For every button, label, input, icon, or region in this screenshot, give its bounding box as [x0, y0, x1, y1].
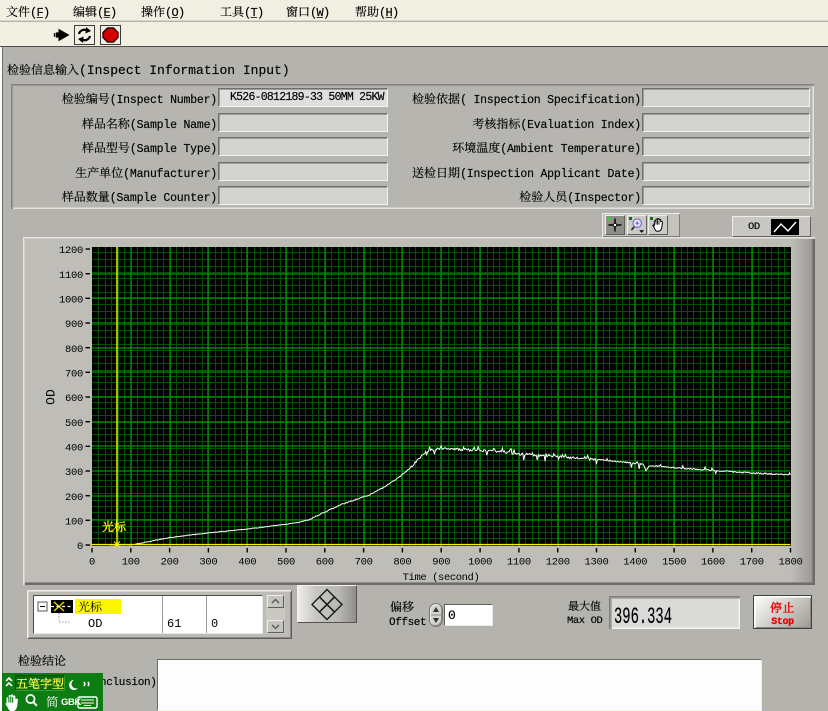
svg-text:0: 0	[211, 617, 218, 631]
svg-text:OD: OD	[88, 617, 102, 631]
svg-text:61: 61	[167, 617, 181, 631]
svg-text:光标: 光标	[78, 598, 102, 615]
svg-text:简: 简	[46, 693, 59, 711]
